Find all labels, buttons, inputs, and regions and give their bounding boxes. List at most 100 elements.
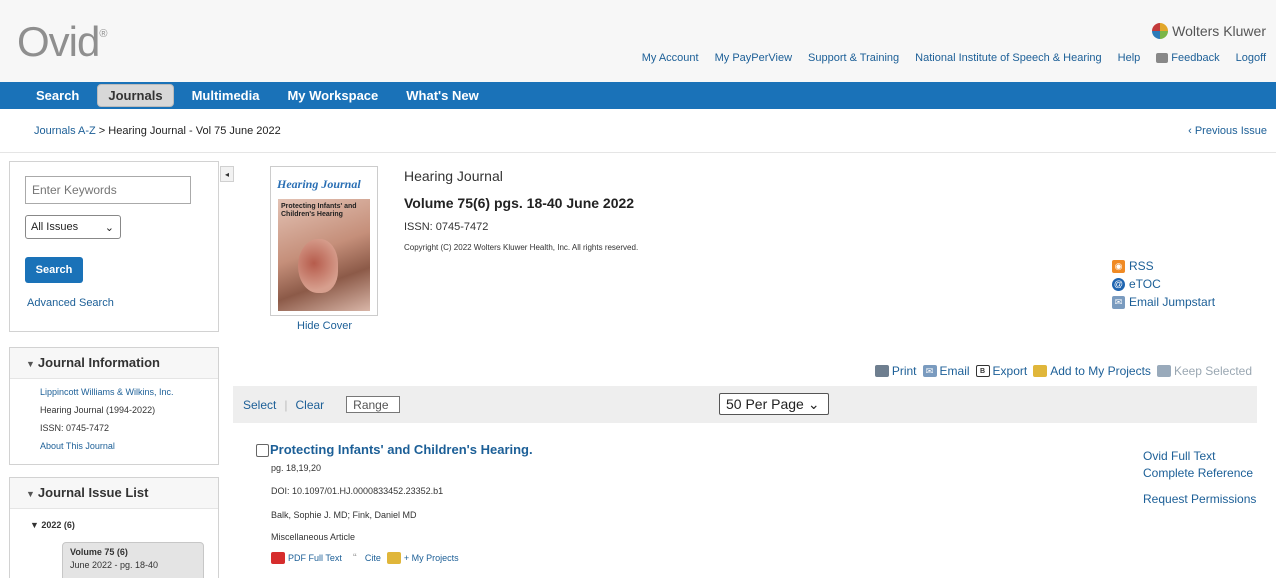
breadcrumb-journals-az[interactable]: Journals A-Z — [34, 125, 96, 137]
year-2022-toggle[interactable]: ▼ 2022 (6) — [30, 520, 75, 530]
ear-illustration — [298, 239, 338, 293]
help-link[interactable]: Help — [1118, 52, 1141, 64]
about-journal-link[interactable]: About This Journal — [10, 441, 218, 451]
export-button[interactable]: B Export — [975, 364, 1028, 378]
rss-link[interactable]: ◉ RSS — [1112, 258, 1215, 274]
add-to-projects-button[interactable]: Add to My Projects — [1033, 364, 1151, 378]
pdf-icon — [271, 552, 285, 564]
collapse-sidebar-button[interactable]: ◂ — [220, 166, 234, 182]
logo-text: Ovid — [17, 18, 100, 65]
divider: | — [284, 397, 288, 412]
journal-issn: ISSN: 0745-7472 — [40, 423, 110, 433]
ovid-full-text-link[interactable]: Ovid Full Text — [1143, 449, 1215, 463]
chevron-down-icon: ⌄ — [807, 395, 820, 412]
article-title[interactable]: Protecting Infants' and Children's Heari… — [270, 442, 533, 457]
email-button[interactable]: ✉ Email — [922, 364, 970, 378]
email-jumpstart-link[interactable]: ✉ Email Jumpstart — [1112, 294, 1215, 310]
pdf-label: PDF Full Text — [288, 553, 342, 563]
top-header: Ovid® Wolters Kluwer My Account My PayPe… — [0, 0, 1276, 82]
support-link[interactable]: Support & Training — [808, 52, 899, 64]
hide-cover-link[interactable]: Hide Cover — [297, 320, 352, 332]
volume-subtitle: June 2022 - pg. 18-40 — [70, 560, 159, 570]
article-actions: PDF Full Text “Cite + My Projects — [271, 552, 459, 564]
breadcrumb-bar: Journals A-Z > Hearing Journal - Vol 75 … — [0, 109, 1276, 153]
triangle-down-icon: ▼ — [26, 489, 35, 499]
request-permissions-link[interactable]: Request Permissions — [1143, 492, 1256, 506]
feedback-link[interactable]: Feedback — [1156, 52, 1220, 64]
complete-reference-link[interactable]: Complete Reference — [1143, 466, 1253, 480]
journal-cover: Hearing Journal Protecting Infants' and … — [270, 166, 378, 316]
nav-journals[interactable]: Journals — [97, 84, 174, 107]
breadcrumb: Journals A-Z > Hearing Journal - Vol 75 … — [34, 125, 281, 137]
envelope-icon: ✉ — [1112, 295, 1125, 309]
selection-links: Select | Clear Range — [243, 396, 401, 413]
my-payperview-link[interactable]: My PayPerView — [715, 52, 792, 64]
keep-icon — [1156, 365, 1171, 377]
keep-selected-button[interactable]: Keep Selected — [1156, 364, 1252, 378]
cover-image: Protecting Infants' and Children's Heari… — [278, 199, 370, 311]
issue-volume: Volume 75(6) pgs. 18-40 June 2022 — [404, 195, 635, 211]
issue-issn: ISSN: 0745-7472 — [404, 221, 489, 233]
selection-bar: Select | Clear Range 50 Per Page ⌄ — [233, 386, 1257, 423]
journal-issue-list-title: Journal Issue List — [37, 485, 149, 500]
feedback-label: Feedback — [1171, 52, 1220, 64]
nav-search[interactable]: Search — [26, 85, 89, 106]
thumbs-up-icon — [1156, 53, 1169, 63]
my-account-link[interactable]: My Account — [642, 52, 699, 64]
per-page-select[interactable]: 50 Per Page ⌄ — [719, 393, 829, 415]
breadcrumb-separator: > — [95, 125, 109, 137]
keywords-input[interactable] — [25, 176, 191, 204]
journal-information-header[interactable]: ▼ Journal Information — [10, 348, 218, 379]
volume-label: Volume 75 (6) — [70, 547, 128, 557]
nav-my-workspace[interactable]: My Workspace — [277, 85, 388, 106]
rss-label: RSS — [1129, 259, 1154, 273]
article-authors: Balk, Sophie J. MD; Fink, Daniel MD — [271, 510, 417, 520]
journal-issue-list-panel: ▼ Journal Issue List ▼ 2022 (6) Volume 75… — [9, 477, 219, 578]
ovid-logo[interactable]: Ovid® — [17, 18, 107, 66]
article-checkbox[interactable] — [256, 444, 269, 457]
clear-link[interactable]: Clear — [295, 398, 324, 412]
volume-75-item[interactable]: Volume 75 (6) June 2022 - pg. 18-40 — [62, 542, 204, 578]
issues-select[interactable]: All Issues ⌄ — [25, 215, 121, 239]
etoc-link[interactable]: @ eTOC — [1112, 276, 1215, 292]
institution-link[interactable]: National Institute of Speech & Hearing — [915, 52, 1102, 64]
wolters-kluwer-logo-icon — [1152, 23, 1169, 39]
email-jumpstart-label: Email Jumpstart — [1129, 295, 1216, 309]
folder-add-icon — [1033, 365, 1048, 377]
journal-issue-list-header[interactable]: ▼ Journal Issue List — [10, 478, 218, 509]
publisher-link[interactable]: Lippincott Williams & Wilkins, Inc. — [10, 387, 218, 397]
pdf-full-text-link[interactable]: PDF Full Text — [271, 552, 342, 564]
export-icon: B — [975, 365, 990, 377]
copyright: Copyright (C) 2022 Wolters Kluwer Health… — [404, 243, 639, 252]
range-input[interactable]: Range — [346, 396, 401, 413]
advanced-search-link[interactable]: Advanced Search — [27, 297, 114, 309]
journal-name: Hearing Journal (1994-2022) — [40, 405, 156, 415]
nav-multimedia[interactable]: Multimedia — [182, 85, 270, 106]
print-button[interactable]: Print — [874, 364, 917, 378]
logoff-link[interactable]: Logoff — [1236, 52, 1266, 64]
previous-issue-link[interactable]: ‹ Previous Issue — [1188, 125, 1267, 137]
at-sign-icon: @ — [1112, 277, 1125, 291]
keep-selected-label: Keep Selected — [1173, 364, 1252, 378]
select-link[interactable]: Select — [243, 398, 276, 412]
quote-icon: “ — [347, 552, 362, 564]
nav-whats-new[interactable]: What's New — [396, 85, 488, 106]
rss-icon: ◉ — [1112, 259, 1125, 273]
cite-link[interactable]: “Cite — [347, 552, 381, 564]
article-doi: DOI: 10.1097/01.HJ.0000833452.23352.b1 — [271, 486, 444, 496]
etoc-label: eTOC — [1129, 277, 1161, 291]
add-to-projects-label: Add to My Projects — [1050, 364, 1151, 378]
print-label: Print — [891, 364, 917, 378]
journal-title: Hearing Journal — [404, 168, 503, 184]
issues-select-value: All Issues — [31, 221, 79, 233]
per-page-value: 50 Per Page — [726, 396, 804, 412]
triangle-down-icon: ▼ — [26, 359, 35, 369]
export-label: Export — [992, 364, 1028, 378]
article-type: Miscellaneous Article — [271, 532, 356, 542]
add-to-my-projects-link[interactable]: + My Projects — [386, 552, 459, 564]
my-projects-label: + My Projects — [403, 553, 459, 563]
wolters-kluwer-brand: Wolters Kluwer — [1152, 23, 1266, 39]
search-button[interactable]: Search — [25, 257, 83, 283]
article-right-links: Ovid Full Text Complete Reference Reques… — [1143, 449, 1256, 509]
printer-icon — [874, 365, 889, 377]
